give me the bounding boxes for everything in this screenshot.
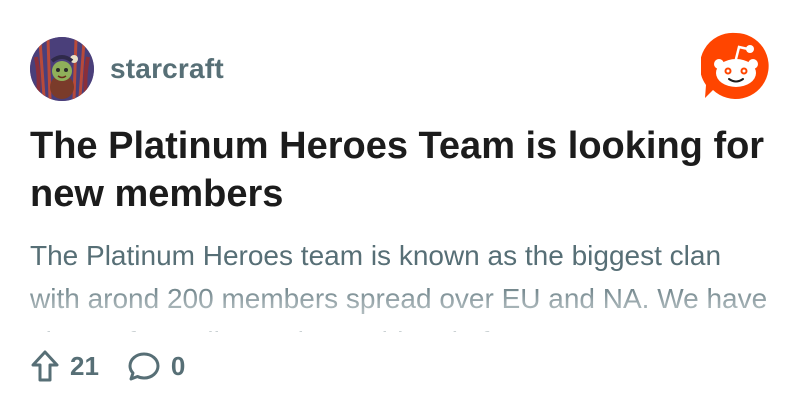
subreddit-name[interactable]: starcraft [110, 53, 224, 85]
upvote-arrow-icon[interactable] [30, 349, 60, 383]
post-header: starcraft [30, 37, 224, 101]
comment-count: 0 [170, 350, 186, 381]
post-card[interactable]: starcraft The Platinum Heroes Team is lo… [0, 0, 800, 419]
post-title[interactable]: The Platinum Heroes Team is looking for … [30, 122, 770, 218]
comments-button[interactable]: 0 [127, 350, 185, 382]
upvote-button[interactable]: 21 [30, 349, 99, 383]
upvote-count: 21 [70, 350, 99, 381]
post-body-preview: The Platinum Heroes team is known as the… [30, 234, 770, 332]
reddit-snoo-icon [701, 31, 771, 101]
comment-bubble-icon[interactable] [127, 350, 161, 382]
post-body-text: The Platinum Heroes team is known as the… [30, 240, 768, 332]
subreddit-avatar-icon[interactable] [30, 37, 94, 101]
post-stats: 21 0 [30, 346, 213, 386]
